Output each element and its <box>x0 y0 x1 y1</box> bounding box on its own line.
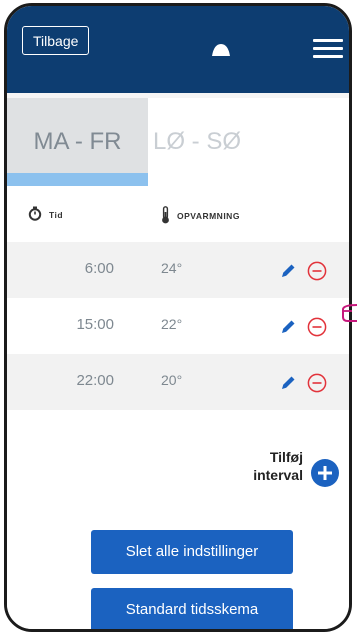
delete-all-settings-button[interactable]: Slet alle indstillinger <box>91 530 293 574</box>
pointing-hand-icon <box>340 303 358 330</box>
phone-frame: Tilbage MA - FR LØ - SØ Tid OPVARMNING 6… <box>4 3 352 632</box>
heating-column-header: OPVARMNING <box>161 206 240 226</box>
interval-time: 6:00 <box>84 260 114 277</box>
interval-row: 22:00 20° <box>7 354 349 410</box>
interval-row: 15:00 22° <box>7 298 349 354</box>
remove-interval-icon[interactable] <box>307 261 327 286</box>
add-interval-line2: interval <box>253 467 303 483</box>
hamburger-menu-icon[interactable] <box>313 39 343 59</box>
tab-weekend[interactable]: LØ - SØ <box>148 98 260 186</box>
add-interval-label[interactable]: Tilføj interval <box>253 448 303 484</box>
interval-time: 15:00 <box>76 316 114 333</box>
active-tab-indicator <box>7 173 148 186</box>
default-schedule-button[interactable]: Standard tidsskema <box>91 588 293 629</box>
heating-column-label: OPVARMNING <box>177 211 240 221</box>
thermometer-icon <box>161 206 170 226</box>
time-column-label: Tid <box>49 209 64 220</box>
interval-temp: 24° <box>161 260 183 276</box>
back-button[interactable]: Tilbage <box>22 26 90 55</box>
interval-row: 6:00 24° <box>7 242 349 298</box>
pencil-icon[interactable] <box>279 262 297 285</box>
stopwatch-icon <box>28 206 42 223</box>
interval-temp: 20° <box>161 372 183 388</box>
pencil-icon[interactable] <box>279 374 297 397</box>
interval-temp: 22° <box>161 316 183 332</box>
remove-interval-icon[interactable] <box>307 317 327 342</box>
remove-interval-icon[interactable] <box>307 373 327 398</box>
bottom-actions: Tilføj interval Slet alle indstillinger … <box>7 410 349 629</box>
plus-circle-icon[interactable] <box>310 458 340 493</box>
device-dome-icon <box>210 43 232 62</box>
column-headers: Tid OPVARMNING <box>7 186 349 242</box>
top-bar: Tilbage <box>7 6 349 93</box>
time-column-header: Tid <box>28 206 63 223</box>
add-interval-line1: Tilføj <box>269 449 303 465</box>
interval-time: 22:00 <box>76 372 114 389</box>
pencil-icon[interactable] <box>279 318 297 341</box>
